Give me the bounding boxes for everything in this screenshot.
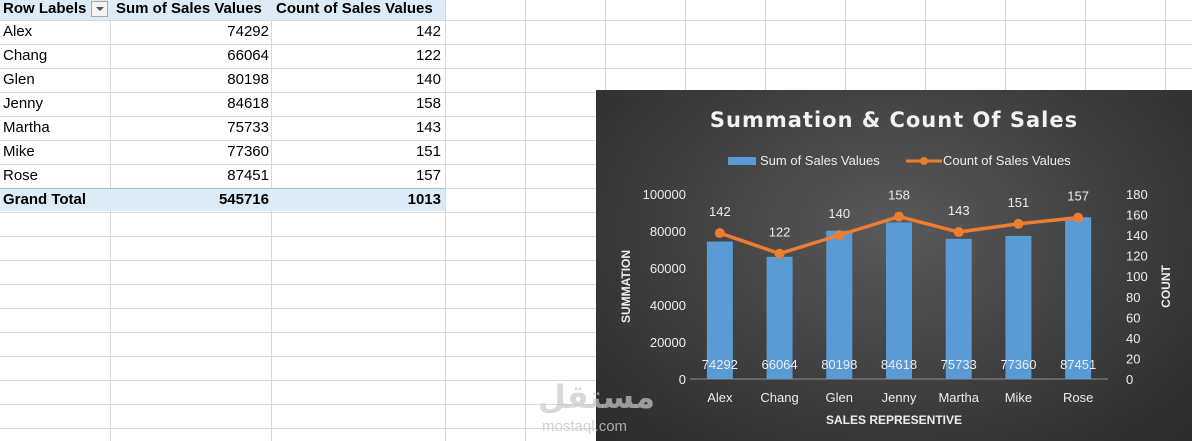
row-sum: 77360 [227, 143, 269, 160]
header-row-labels: Row Labels [3, 0, 87, 17]
legend-bar-label: Sum of Sales Values [760, 153, 880, 168]
x-tick-label: Rose [1063, 390, 1093, 405]
y2-tick-label: 80 [1126, 290, 1140, 305]
y-tick-label: 0 [679, 372, 686, 387]
line-point [894, 211, 904, 222]
line-point [1073, 212, 1084, 223]
row-label: Glen [3, 71, 35, 88]
y2-tick-label: 20 [1126, 351, 1140, 366]
row-label: Jenny [3, 95, 44, 112]
header-sum: Sum of Sales Values [116, 0, 262, 17]
row-count: 158 [415, 95, 441, 112]
line-data-label: 142 [709, 204, 731, 219]
line-point [953, 227, 964, 238]
y-tick-label: 60000 [650, 261, 686, 276]
bar-data-label: 66064 [761, 357, 797, 372]
line-data-label: 140 [828, 206, 850, 221]
bar-data-label: 80198 [821, 357, 857, 372]
legend-line-marker [920, 157, 928, 165]
pivot-row[interactable]: Mike 77360 151 [0, 140, 445, 164]
pivot-row[interactable]: Chang 66064 122 [0, 44, 445, 68]
y2-tick-label: 60 [1126, 310, 1140, 325]
line-point [774, 248, 785, 259]
pivot-grand-total-row: Grand Total 545716 1013 [0, 188, 445, 211]
row-count: 151 [415, 143, 441, 160]
y2-tick-label: 140 [1126, 228, 1148, 243]
pivot-row[interactable]: Glen 80198 140 [0, 68, 445, 92]
y-tick-label: 40000 [650, 298, 686, 313]
total-count: 1013 [407, 191, 441, 208]
filter-dropdown-icon[interactable] [91, 1, 108, 17]
line-data-label: 158 [888, 188, 910, 203]
pivot-row[interactable]: Martha 75733 143 [0, 116, 445, 140]
row-label: Martha [3, 119, 50, 136]
y2-tick-label: 160 [1126, 208, 1148, 223]
chart-canvas: Summation & Count Of Sales Sum of Sales V… [619, 108, 1173, 427]
line-data-label: 143 [948, 203, 970, 218]
line-point [834, 230, 845, 241]
y2-tick-label: 40 [1126, 331, 1140, 346]
line-data-label: 151 [1008, 195, 1030, 210]
row-label: Alex [3, 23, 33, 40]
y-tick-label: 20000 [650, 335, 686, 350]
row-sum: 87451 [227, 167, 269, 184]
row-sum: 66064 [227, 47, 269, 64]
y2-axis-title: COUNT [1159, 265, 1173, 308]
bar-data-label: 87451 [1060, 357, 1096, 372]
bar-data-label: 75733 [941, 357, 977, 372]
line-point [714, 228, 725, 239]
bar-data-label: 77360 [1000, 357, 1036, 372]
y2-tick-label: 0 [1126, 372, 1133, 387]
row-sum: 75733 [227, 119, 269, 136]
row-count: 140 [415, 71, 441, 88]
y2-tick-label: 100 [1126, 269, 1148, 284]
chart-title: Summation & Count Of Sales [710, 108, 1078, 132]
row-label: Rose [3, 167, 39, 184]
row-count: 143 [415, 119, 441, 136]
pivot-header-row: Row Labels Sum of Sales Values Count of … [0, 0, 445, 20]
x-tick-label: Chang [760, 390, 798, 405]
spreadsheet: Row Labels Sum of Sales Values Count of … [0, 0, 1192, 441]
x-tick-label: Jenny [882, 390, 917, 405]
total-sum: 545716 [218, 191, 269, 208]
x-tick-label: Alex [707, 390, 733, 405]
line-data-label: 157 [1067, 189, 1089, 204]
x-tick-label: Martha [938, 390, 979, 405]
grid-col-line [525, 0, 526, 441]
x-tick-label: Mike [1005, 390, 1032, 405]
y2-tick-label: 120 [1126, 249, 1148, 264]
y-tick-label: 80000 [650, 224, 686, 239]
row-label: Mike [3, 143, 35, 160]
line-point [1013, 218, 1024, 229]
row-label: Chang [3, 47, 48, 64]
watermark-arabic: مستقل [538, 378, 656, 416]
line-data-label: 122 [769, 225, 791, 240]
x-tick-label: Glen [826, 390, 853, 405]
bar-data-label: 84618 [881, 357, 917, 372]
bar [1065, 217, 1092, 379]
legend-bar-swatch [728, 157, 756, 165]
y2-tick-label: 180 [1126, 187, 1148, 202]
watermark-logo: مستقل mostaql.com [536, 378, 656, 438]
combo-chart[interactable]: Summation & Count Of Sales Sum of Sales V… [596, 90, 1192, 441]
pivot-row[interactable]: Rose 87451 157 [0, 164, 445, 188]
header-count: Count of Sales Values [276, 0, 433, 17]
row-sum: 80198 [227, 71, 269, 88]
bar-data-label: 74292 [702, 357, 738, 372]
watermark-latin: mostaql.com [542, 418, 628, 435]
y-axis-title: SUMMATION [619, 250, 633, 323]
row-count: 142 [415, 23, 441, 40]
bar [886, 222, 912, 379]
total-label: Grand Total [3, 191, 87, 208]
row-count: 122 [415, 47, 441, 64]
pivot-row[interactable]: Alex 74292 142 [0, 20, 445, 44]
pivot-row[interactable]: Jenny 84618 158 [0, 92, 445, 116]
grid-col-line [445, 0, 446, 441]
row-sum: 84618 [227, 95, 269, 112]
row-count: 157 [415, 167, 441, 184]
y-tick-label: 100000 [643, 187, 686, 202]
legend-line-label: Count of Sales Values [943, 153, 1071, 168]
row-sum: 74292 [227, 23, 269, 40]
x-axis-title: SALES REPRESENTIVE [826, 413, 962, 427]
